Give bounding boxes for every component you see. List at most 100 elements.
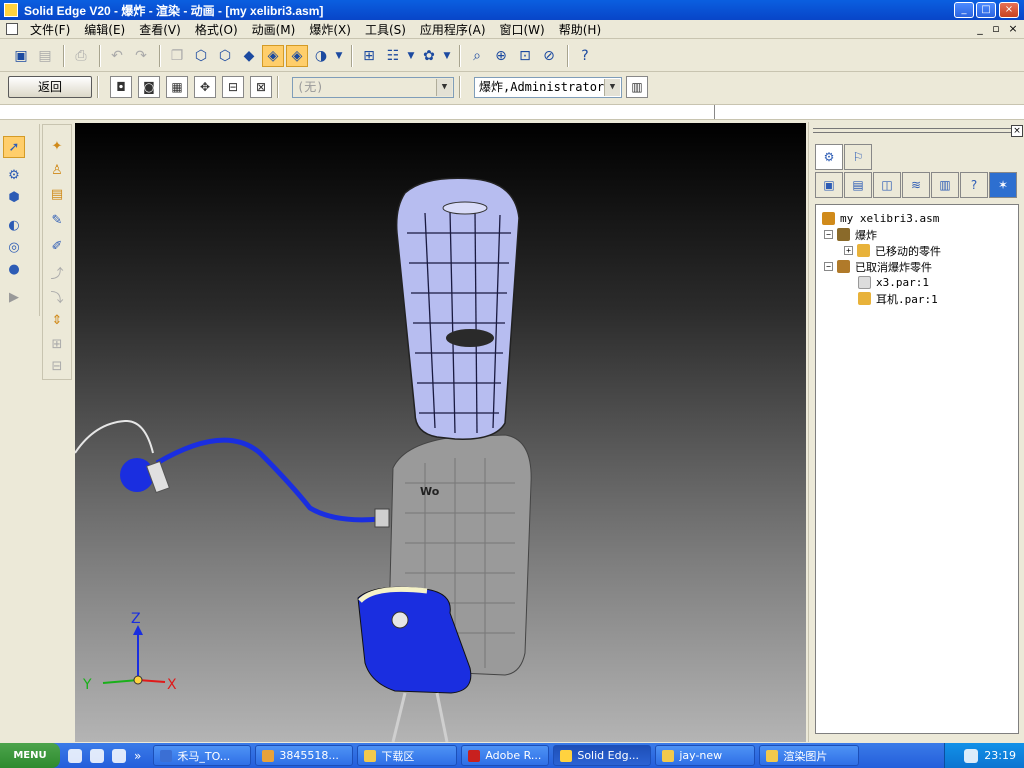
sphere-icon[interactable]: ●	[3, 258, 25, 280]
render-sphere-icon[interactable]: ◑	[310, 45, 332, 67]
new-window-icon[interactable]: ❐	[166, 45, 188, 67]
chevron-down-icon[interactable]: ▼	[436, 78, 452, 96]
rotate-globe-icon[interactable]: ◎	[3, 236, 25, 258]
undo-icon[interactable]: ↶	[106, 45, 128, 67]
menu-window[interactable]: 窗口(W)	[493, 21, 552, 38]
shaded-cube-icon[interactable]: ◆	[238, 45, 260, 67]
tree-item-explode[interactable]: − 爆炸	[824, 227, 877, 242]
context-help-icon[interactable]: ?	[574, 45, 596, 67]
auto-explode-icon[interactable]: ◘	[110, 76, 132, 98]
flow-lines-icon[interactable]: ▦	[166, 76, 188, 98]
panel-close-button[interactable]: ×	[1011, 125, 1023, 137]
zoom-icon[interactable]: ⊕	[490, 45, 512, 67]
menu-tools[interactable]: 工具(S)	[358, 21, 413, 38]
task-button-1[interactable]: 禾马_TO...	[153, 745, 252, 766]
tab-help-icon[interactable]: ?	[960, 172, 988, 198]
tree-item-assembly[interactable]: my xelibri3.asm	[822, 211, 939, 226]
zoom-area-icon[interactable]: ⌕	[466, 45, 488, 67]
back-button[interactable]: 返回	[8, 76, 92, 98]
bind-icon[interactable]: ⊞	[46, 333, 68, 355]
move-part-icon[interactable]: ♙	[46, 159, 68, 181]
menu-format[interactable]: 格式(O)	[188, 21, 245, 38]
menu-edit[interactable]: 编辑(E)	[77, 21, 132, 38]
tab-groups-icon[interactable]: ◫	[873, 172, 901, 198]
document-icon[interactable]	[6, 23, 18, 35]
quicklaunch-mail-icon[interactable]	[90, 748, 104, 763]
smooth-shaded-icon[interactable]: ◈	[286, 44, 308, 67]
doc-minimize-button[interactable]: _	[972, 22, 988, 35]
collapse-toggle[interactable]: −	[824, 230, 833, 239]
tree-item-moved-parts[interactable]: + 已移动的零件	[844, 243, 941, 258]
panel-grip[interactable]	[813, 128, 1013, 133]
network-icon[interactable]	[964, 748, 979, 763]
tab-explode-tree-icon[interactable]: ✶	[989, 172, 1017, 198]
doc-restore-button[interactable]: ▫	[988, 22, 1004, 35]
pan-icon[interactable]: ⊘	[538, 45, 560, 67]
chevron-down-icon[interactable]: ▼	[604, 78, 620, 96]
menu-applications[interactable]: 应用程序(A)	[413, 21, 493, 38]
spread-icon[interactable]: ⇕	[46, 309, 68, 331]
menu-explode[interactable]: 爆炸(X)	[302, 21, 358, 38]
title-bar[interactable]: Solid Edge V20 - 爆炸 - 渲染 - 动画 - [my xeli…	[0, 0, 1024, 20]
quicklaunch-more[interactable]: »	[134, 749, 141, 763]
hidden-line-cube-icon[interactable]: ⬡	[214, 45, 236, 67]
doc-close-button[interactable]: ×	[1005, 22, 1021, 35]
task-button-7[interactable]: 渲染图片	[759, 745, 860, 766]
menu-file[interactable]: 文件(F)	[23, 21, 77, 38]
window-close-button[interactable]: ×	[999, 2, 1019, 18]
menu-animation[interactable]: 动画(M)	[245, 21, 303, 38]
tab-assembly-icon[interactable]: ⚙	[815, 144, 843, 170]
tree-item-x3-part[interactable]: x3.par:1	[858, 275, 929, 290]
unexplode-icon[interactable]: ⊠	[250, 76, 272, 98]
fit-icon[interactable]: ⊡	[514, 45, 536, 67]
explode-parts-icon[interactable]: ◙	[138, 76, 160, 98]
save-icon[interactable]: ▣	[10, 45, 32, 67]
collapse-toggle[interactable]: −	[824, 262, 833, 271]
shaded-visible-edges-icon[interactable]: ◈	[262, 44, 284, 67]
window-maximize-button[interactable]: □	[976, 2, 996, 18]
edit-flow-icon[interactable]: ✐	[46, 235, 68, 257]
configuration-combo[interactable]: 爆炸,Administrator ▼	[474, 76, 622, 98]
tree-item-unexploded[interactable]: − 已取消爆炸零件	[824, 259, 932, 274]
explode-tool-icon[interactable]: ✦	[46, 135, 68, 157]
quicklaunch-browser-icon[interactable]	[68, 748, 82, 763]
task-button-5[interactable]: Solid Edg...	[553, 745, 652, 766]
print-icon[interactable]: ⎙	[70, 45, 92, 67]
start-button[interactable]: MENU	[0, 743, 60, 768]
add-jog-icon[interactable]: ⤴	[46, 261, 68, 283]
window-minimize-button[interactable]: _	[954, 2, 974, 18]
task-button-4[interactable]: Adobe R...	[461, 745, 550, 766]
redo-icon[interactable]: ↷	[130, 45, 152, 67]
task-button-6[interactable]: jay-new	[655, 745, 756, 766]
drag-component-icon[interactable]: ✥	[194, 76, 216, 98]
style-combo[interactable]: (无) ▼	[292, 76, 454, 98]
solid-edge-app-icon[interactable]	[4, 3, 18, 17]
named-views-icon[interactable]: ☷	[382, 45, 404, 67]
tab-sensors-icon[interactable]: ▥	[931, 172, 959, 198]
flow-disabled-icon[interactable]: ▶	[3, 286, 25, 308]
save-all-icon[interactable]: ▤	[34, 45, 56, 67]
clock[interactable]: 23:19	[984, 749, 1016, 762]
expand-toggle[interactable]: +	[844, 246, 853, 255]
select-filter-icon[interactable]: ⚙	[3, 164, 25, 186]
part-select-icon[interactable]: ⬢	[3, 186, 25, 208]
remove-jog-icon[interactable]: ⤵	[46, 285, 68, 307]
graphics-viewport[interactable]: Wo Z Y X	[75, 123, 806, 742]
chevron-down-icon[interactable]: ▼	[334, 45, 344, 67]
reposition-icon[interactable]: ⊟	[222, 76, 244, 98]
collapse-icon[interactable]: ▤	[46, 183, 68, 205]
tab-layers-icon[interactable]: ≋	[902, 172, 930, 198]
chevron-down-icon[interactable]: ▼	[406, 45, 416, 67]
view-orient-icon[interactable]: ⊞	[358, 45, 380, 67]
chevron-down-icon[interactable]: ▼	[442, 45, 452, 67]
task-button-3[interactable]: 下载区	[357, 745, 458, 766]
unbind-icon[interactable]: ⊟	[46, 355, 68, 377]
tree-item-earphone-part[interactable]: 耳机.par:1	[858, 291, 938, 306]
save-configuration-icon[interactable]: ▥	[626, 76, 648, 98]
menu-help[interactable]: 帮助(H)	[552, 21, 608, 38]
tab-library-icon[interactable]: ▤	[844, 172, 872, 198]
view-globe-icon[interactable]: ◐	[3, 214, 25, 236]
rotate-icon[interactable]: ✿	[418, 45, 440, 67]
flow-line-icon[interactable]: ✎	[46, 209, 68, 231]
select-arrow-icon[interactable]: ➚	[3, 136, 25, 158]
